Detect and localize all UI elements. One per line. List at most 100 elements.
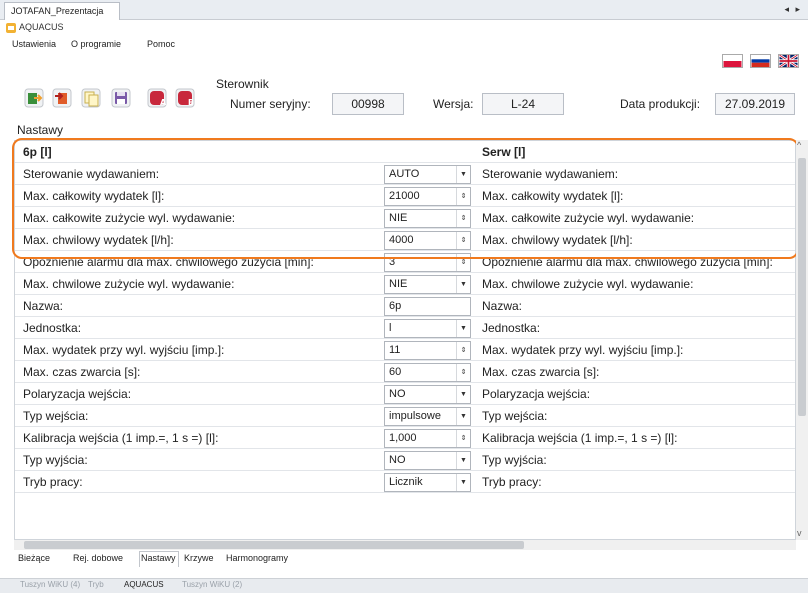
table-row: Kalibracja wejścia (1 imp.=, 1 s =) [l]:… (15, 427, 795, 449)
copy-icon[interactable] (81, 88, 101, 108)
horizontal-scroll-thumb[interactable] (24, 541, 524, 549)
vertical-scroll-thumb[interactable] (798, 158, 806, 416)
chevron-down-icon[interactable]: ▼ (456, 408, 470, 425)
app-icon (6, 23, 16, 33)
document-tab-label: JOTAFAN_Prezentacja (11, 6, 104, 16)
version-label: Wersja: (433, 97, 474, 111)
setting-label-right: Nazwa: (482, 299, 523, 313)
setting-dropdown[interactable]: l ▼ (384, 319, 471, 338)
serial-label: Numer seryjny: (230, 97, 311, 111)
setting-dropdown[interactable]: impulsowe ▼ (384, 407, 471, 426)
taskbar-item-aquacus[interactable]: AQUACUS (124, 580, 164, 589)
setting-value: NIE (389, 278, 408, 290)
save-icon[interactable] (111, 88, 131, 108)
english-flag-icon[interactable] (778, 54, 799, 68)
table-row: Typ wejścia: impulsowe ▼ Typ wejścia: (15, 405, 795, 427)
svg-text:A: A (160, 98, 167, 107)
tab-rej-dobowe[interactable]: Rej. dobowe (73, 553, 123, 563)
setting-spinner[interactable]: 11 ⇕ (384, 341, 471, 360)
table-row: Max. czas zwarcia [s]: 60 ⇕ Max. czas zwarc… (15, 361, 795, 383)
taskbar-item-tuszyn-2[interactable]: Tuszyn WiKU (2) (182, 580, 242, 589)
setting-label: Max. wydatek przy wyl. wyjściu [imp.]: (23, 343, 225, 357)
scroll-up-icon[interactable]: ^ (797, 140, 801, 150)
setting-text-input[interactable]: 6p (384, 297, 471, 316)
menu-pomoc[interactable]: Pomoc (147, 39, 175, 49)
import-icon[interactable] (24, 88, 44, 108)
table-row: Jednostka: l ▼ Jednostka: (15, 317, 795, 339)
tab-biezace[interactable]: Bieżące (18, 553, 50, 563)
version-value: L-24 (482, 93, 564, 115)
setting-value: Licznik (389, 476, 423, 488)
chevron-down-icon[interactable]: ▼ (456, 386, 470, 403)
taskbar (0, 578, 808, 593)
svg-text:B: B (188, 98, 194, 107)
setting-dropdown[interactable]: NO ▼ (384, 385, 471, 404)
polish-flag-icon[interactable] (722, 54, 743, 68)
scroll-down-icon[interactable]: v (797, 528, 802, 538)
setting-value: l (389, 322, 392, 334)
setting-value: NO (389, 388, 406, 400)
spinner-arrows-icon[interactable]: ⇕ (456, 342, 470, 359)
setting-label-right: Kalibracja wejścia (1 imp.=, 1 s =) [l]: (482, 431, 678, 445)
russian-flag-icon[interactable] (750, 54, 771, 68)
setting-label: Tryb pracy: (23, 475, 83, 489)
chevron-down-icon[interactable]: ▼ (456, 452, 470, 469)
tab-nastawy[interactable]: Nastawy (141, 553, 176, 563)
table-row: Typ wyjścia: NO ▼ Typ wyjścia: (15, 449, 795, 471)
setting-dropdown[interactable]: NO ▼ (384, 451, 471, 470)
setting-label: Max. czas zwarcia [s]: (23, 365, 141, 379)
table-row: Nazwa: 6p Nazwa: (15, 295, 795, 317)
taskbar-item-tuszyn-4[interactable]: Tuszyn WiKU (4) (20, 580, 80, 589)
setting-label-right: Tryb pracy: (482, 475, 542, 489)
setting-dropdown[interactable]: NIE ▼ (384, 275, 471, 294)
table-row: Max. chwilowe zużycie wyl. wydawanie: NIE… (15, 273, 795, 295)
setting-spinner[interactable]: 60 ⇕ (384, 363, 471, 382)
setting-value: 6p (389, 300, 402, 312)
setting-value: NO (389, 454, 406, 466)
document-tab-strip (0, 0, 808, 20)
setting-label-right: Max. chwilowe zużycie wyl. wydawanie: (482, 277, 694, 291)
menu-o-programie[interactable]: O programie (71, 39, 121, 49)
production-date-value: 27.09.2019 (715, 93, 795, 115)
device-group-label: Sterownik (216, 77, 269, 91)
program-b-icon[interactable]: B (175, 88, 195, 108)
chevron-down-icon[interactable]: ▼ (456, 320, 470, 337)
setting-label: Typ wejścia: (23, 409, 89, 423)
taskbar-item-tryb[interactable]: Tryb (88, 580, 104, 589)
tab-harmonogramy[interactable]: Harmonogramy (226, 553, 288, 563)
app-title-bar (0, 20, 808, 36)
setting-label: Nazwa: (23, 299, 64, 313)
setting-value: 1,000 (389, 432, 417, 444)
setting-label: Jednostka: (23, 321, 82, 335)
setting-label-right: Typ wyjścia: (482, 453, 547, 467)
setting-label-right: Polaryzacja wejścia: (482, 387, 591, 401)
setting-value: 60 (389, 366, 402, 378)
setting-label-right: Max. czas zwarcia [s]: (482, 365, 600, 379)
tab-scroll-arrows[interactable]: ◂ ▸ (784, 4, 802, 15)
document-tab[interactable]: JOTAFAN_Prezentacja (4, 2, 120, 20)
tab-krzywe[interactable]: Krzywe (184, 553, 214, 563)
spinner-arrows-icon[interactable]: ⇕ (456, 430, 470, 447)
table-row: Polaryzacja wejścia: NO ▼ Polaryzacja wejśc… (15, 383, 795, 405)
production-date-label: Data produkcji: (620, 97, 701, 111)
serial-value: 00998 (332, 93, 404, 115)
chevron-down-icon[interactable]: ▼ (456, 276, 470, 293)
app-title: AQUACUS (19, 22, 64, 32)
setting-label: Typ wyjścia: (23, 453, 88, 467)
table-row: Tryb pracy: Licznik ▼ Tryb pracy: (15, 471, 795, 493)
setting-spinner[interactable]: 1,000 ⇕ (384, 429, 471, 448)
setting-label: Polaryzacja wejścia: (23, 387, 132, 401)
spinner-arrows-icon[interactable]: ⇕ (456, 364, 470, 381)
setting-label-right: Jednostka: (482, 321, 541, 335)
export-icon[interactable] (52, 88, 72, 108)
setting-label-right: Max. wydatek przy wyl. wyjściu [imp.]: (482, 343, 684, 357)
setting-value: impulsowe (389, 410, 441, 422)
highlight-frame (12, 138, 799, 259)
chevron-down-icon[interactable]: ▼ (456, 474, 470, 491)
setting-label: Kalibracja wejścia (1 imp.=, 1 s =) [l]: (23, 431, 219, 445)
menu-ustawienia[interactable]: Ustawienia (12, 39, 56, 49)
setting-dropdown[interactable]: Licznik ▼ (384, 473, 471, 492)
program-a-icon[interactable]: A (147, 88, 167, 108)
section-label: Nastawy (17, 123, 64, 137)
setting-label-right: Typ wejścia: (482, 409, 548, 423)
